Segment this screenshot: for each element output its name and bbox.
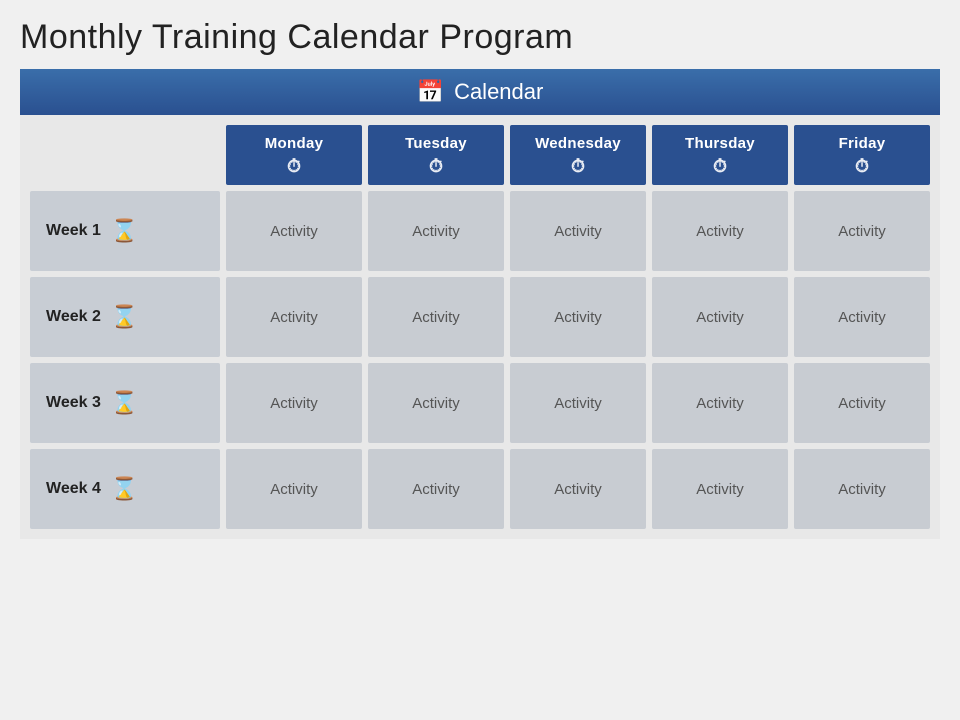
week-3-thursday-activity[interactable]: Activity	[652, 363, 788, 443]
week-3-hourglass-icon: ⌛	[111, 390, 138, 416]
monday-label: Monday	[265, 135, 323, 152]
week-3-tuesday-activity[interactable]: Activity	[368, 363, 504, 443]
page: Monthly Training Calendar Program 📅 Cale…	[0, 0, 960, 720]
week-4-friday-activity[interactable]: Activity	[794, 449, 930, 529]
week-3-wednesday-activity[interactable]: Activity	[510, 363, 646, 443]
day-header-thursday: Thursday ⏱	[652, 125, 788, 185]
friday-label: Friday	[839, 135, 886, 152]
thursday-icon: ⏱	[713, 156, 727, 177]
day-header-monday: Monday ⏱	[226, 125, 362, 185]
week-2-tuesday-activity[interactable]: Activity	[368, 277, 504, 357]
week-4-hourglass-icon: ⌛	[111, 476, 138, 502]
week-2-label-cell: Week 2 ⌛	[30, 277, 220, 357]
week-2-thursday-activity[interactable]: Activity	[652, 277, 788, 357]
week-3-monday-activity[interactable]: Activity	[226, 363, 362, 443]
week-4-label: Week 4	[46, 480, 101, 498]
calendar-label: Calendar	[454, 79, 543, 105]
tuesday-label: Tuesday	[405, 135, 467, 152]
week-4-thursday-activity[interactable]: Activity	[652, 449, 788, 529]
day-header-friday: Friday ⏱	[794, 125, 930, 185]
week-1-hourglass-icon: ⌛	[111, 218, 138, 244]
day-header-tuesday: Tuesday ⏱	[368, 125, 504, 185]
corner-cell	[30, 125, 220, 185]
wednesday-icon: ⏱	[571, 156, 585, 177]
week-2-monday-activity[interactable]: Activity	[226, 277, 362, 357]
week-4-tuesday-activity[interactable]: Activity	[368, 449, 504, 529]
week-1-wednesday-activity[interactable]: Activity	[510, 191, 646, 271]
week-1-friday-activity[interactable]: Activity	[794, 191, 930, 271]
week-1-thursday-activity[interactable]: Activity	[652, 191, 788, 271]
monday-icon: ⏱	[287, 156, 301, 177]
week-1-tuesday-activity[interactable]: Activity	[368, 191, 504, 271]
calendar-icon: 📅	[417, 79, 444, 105]
week-4-wednesday-activity[interactable]: Activity	[510, 449, 646, 529]
wednesday-label: Wednesday	[535, 135, 621, 152]
calendar-grid: Monday ⏱ Tuesday ⏱ Wednesday ⏱ Thursday …	[30, 125, 930, 529]
week-1-monday-activity[interactable]: Activity	[226, 191, 362, 271]
week-2-label: Week 2	[46, 308, 101, 326]
calendar-table: Monday ⏱ Tuesday ⏱ Wednesday ⏱ Thursday …	[20, 115, 940, 539]
week-2-friday-activity[interactable]: Activity	[794, 277, 930, 357]
week-1-label: Week 1	[46, 222, 101, 240]
page-title: Monthly Training Calendar Program	[20, 18, 940, 57]
week-4-label-cell: Week 4 ⌛	[30, 449, 220, 529]
calendar-header-bar: 📅 Calendar	[20, 69, 940, 115]
week-3-label-cell: Week 3 ⌛	[30, 363, 220, 443]
week-2-hourglass-icon: ⌛	[111, 304, 138, 330]
week-2-wednesday-activity[interactable]: Activity	[510, 277, 646, 357]
week-1-label-cell: Week 1 ⌛	[30, 191, 220, 271]
thursday-label: Thursday	[685, 135, 755, 152]
day-header-wednesday: Wednesday ⏱	[510, 125, 646, 185]
tuesday-icon: ⏱	[429, 156, 443, 177]
week-3-label: Week 3	[46, 394, 101, 412]
friday-icon: ⏱	[855, 156, 869, 177]
week-3-friday-activity[interactable]: Activity	[794, 363, 930, 443]
week-4-monday-activity[interactable]: Activity	[226, 449, 362, 529]
